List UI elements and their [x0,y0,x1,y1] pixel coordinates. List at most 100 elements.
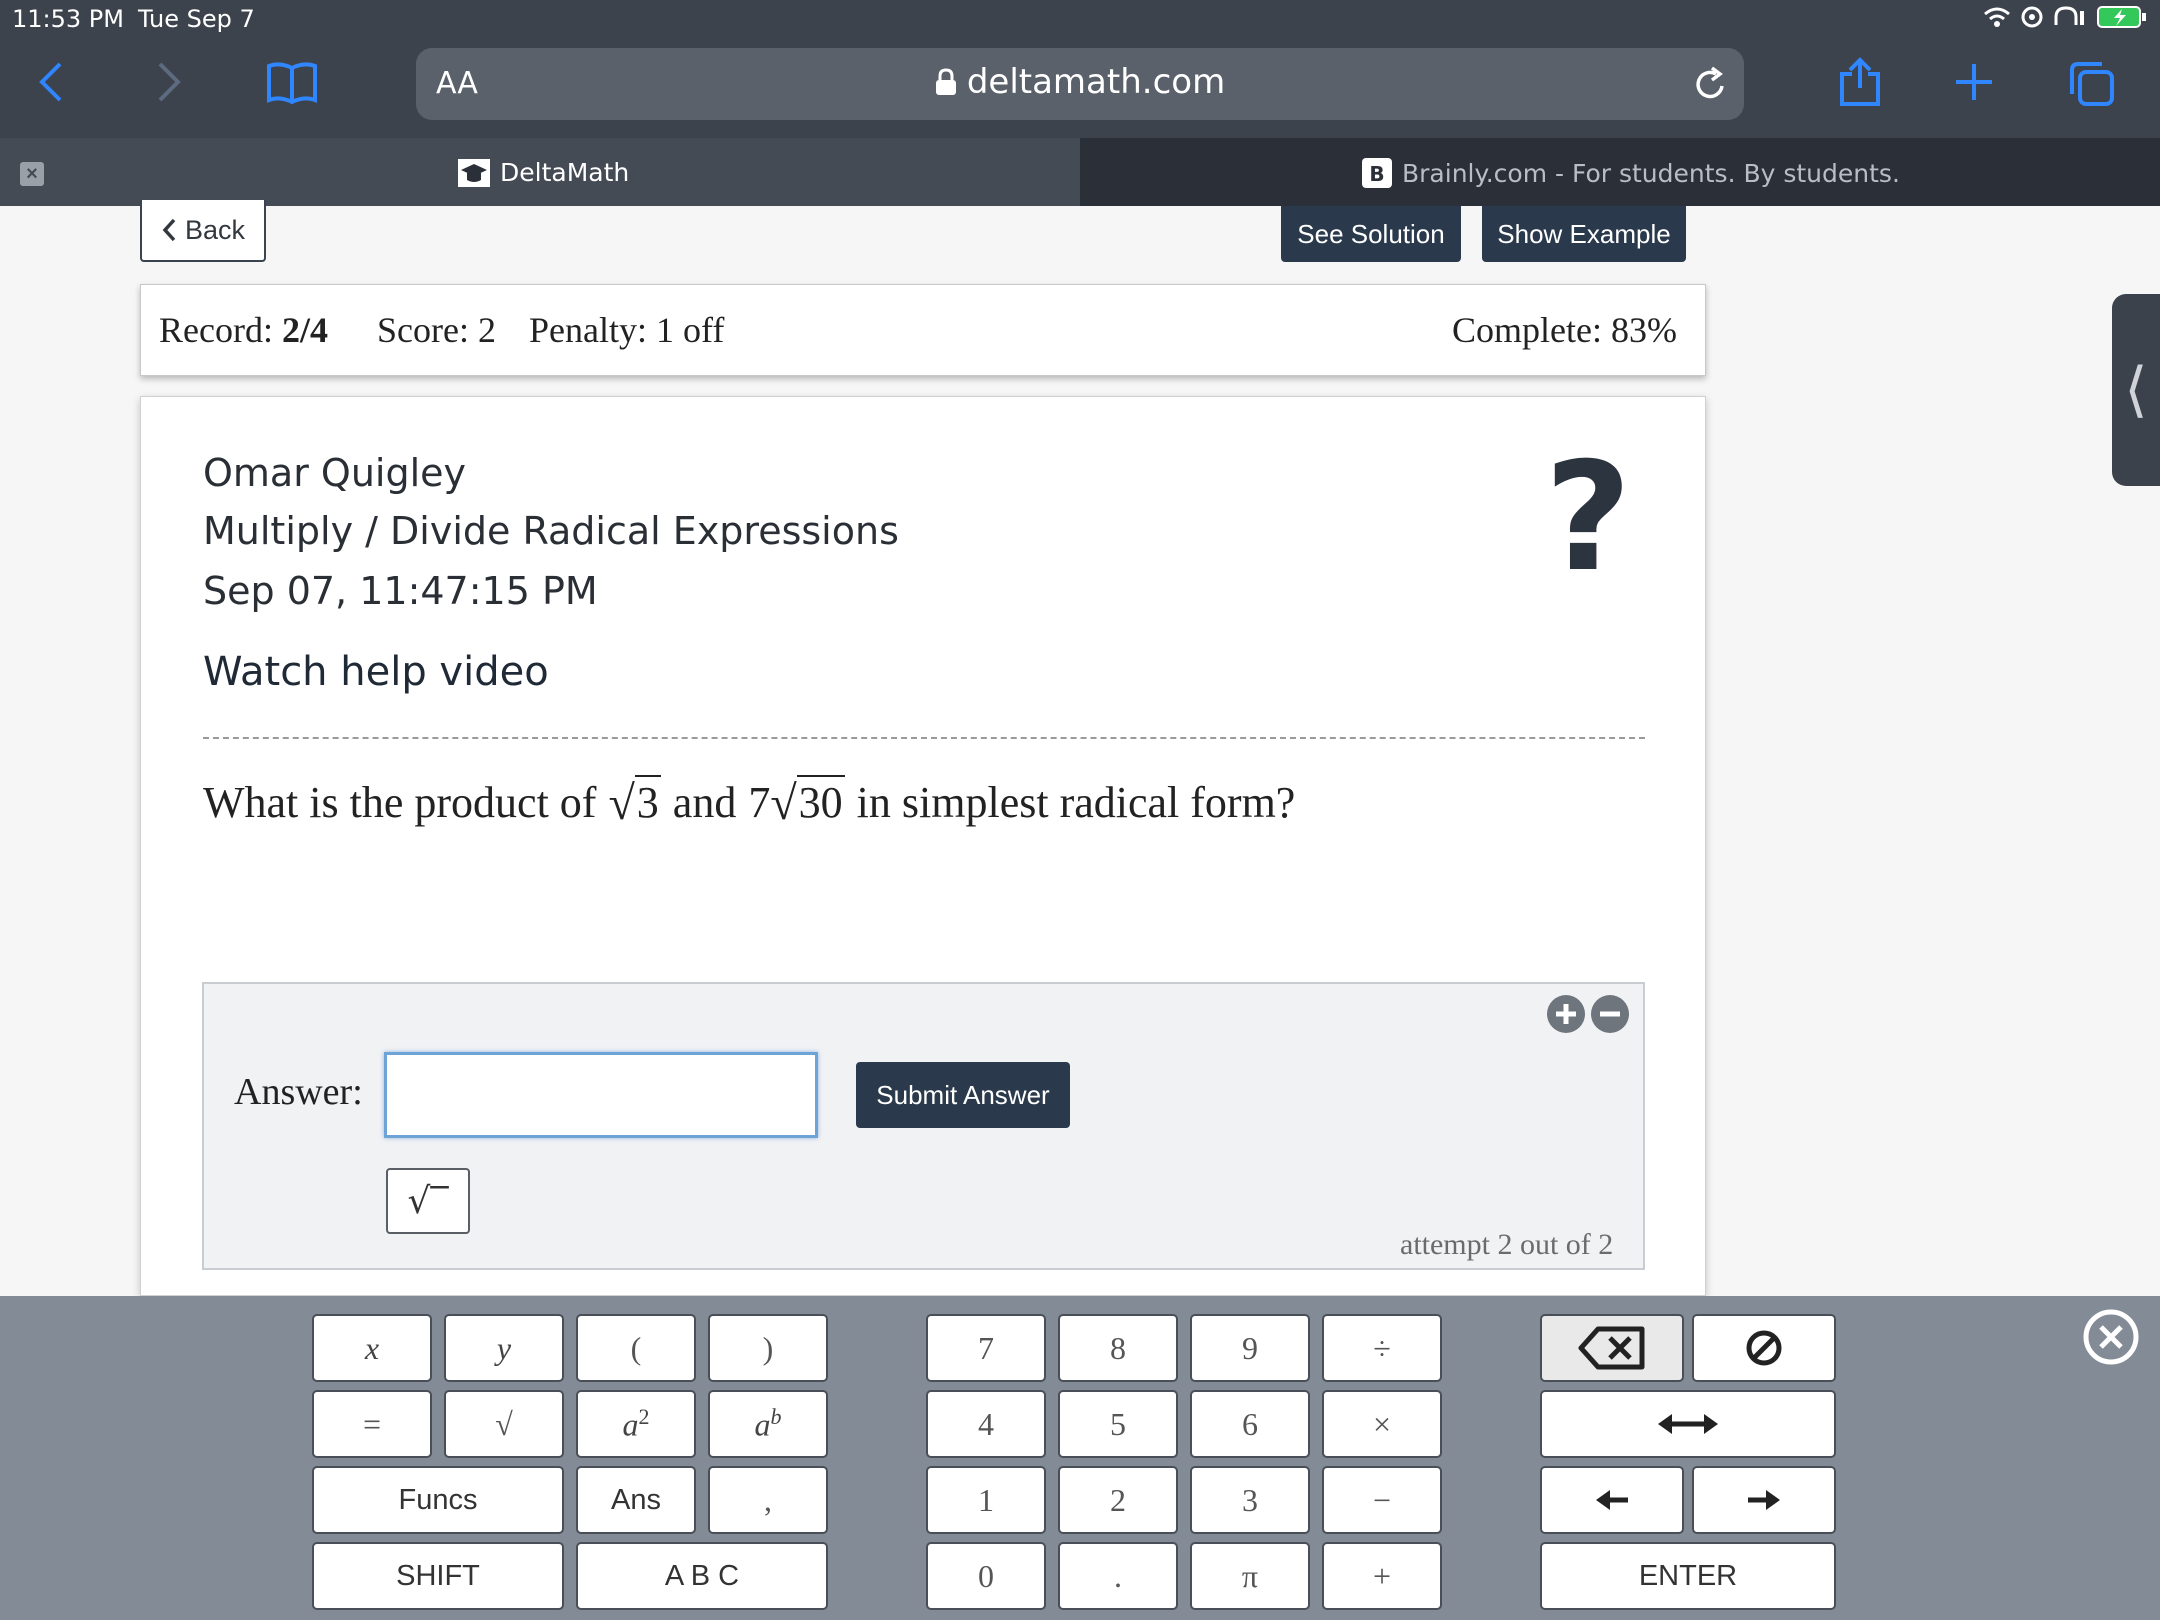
score-text: Score: 2 [377,310,496,350]
key-0[interactable]: 0 [926,1542,1046,1610]
nav-back-icon[interactable] [36,60,66,104]
radical-sign-icon: √ [770,777,797,830]
text-size-button[interactable]: AA [436,66,478,101]
arrow-left-icon [1596,1490,1628,1510]
key-clear[interactable] [1692,1314,1836,1382]
question-prefix: What is the product of [203,778,597,827]
tabs-overview-icon[interactable] [2068,60,2116,113]
new-tab-icon[interactable] [1954,62,1994,107]
key-4[interactable]: 4 [926,1390,1046,1458]
key-3[interactable]: 3 [1190,1466,1310,1534]
key-close-paren[interactable]: ) [708,1314,828,1382]
answer-input[interactable] [384,1052,818,1138]
key-divide[interactable]: ÷ [1322,1314,1442,1382]
radicand-1: 3 [634,775,661,828]
backspace-icon [1578,1326,1645,1370]
key-x[interactable]: x [312,1314,432,1382]
key-plus[interactable]: + [1322,1542,1442,1610]
svg-text:B: B [1369,162,1384,186]
brainly-favicon-icon: B [1362,158,1392,188]
chevron-left-icon: ⟨ [2124,356,2148,423]
tab-close-icon[interactable]: × [20,162,44,186]
zoom-controls [1546,994,1630,1034]
key-pi[interactable]: π [1190,1542,1310,1610]
key-shift[interactable]: SHIFT [312,1542,564,1610]
share-icon[interactable] [1838,56,1882,113]
answer-label: Answer: [234,1071,363,1113]
record-value: 2/4 [281,310,328,350]
key-equals[interactable]: = [312,1390,432,1458]
record-bar: Record: 2/4 Score: 2 Penalty: 1 off Comp… [140,284,1706,376]
battery-icon [2097,6,2146,28]
key-2[interactable]: 2 [1058,1466,1178,1534]
nav-forward-icon[interactable] [154,60,184,104]
key-funcs[interactable]: Funcs [312,1466,564,1534]
status-icons [1982,4,2148,30]
radical-sign-icon: √ [608,777,635,830]
key-5[interactable]: 5 [1058,1390,1178,1458]
key-open-paren[interactable]: ( [576,1314,696,1382]
arrow-right-icon [1748,1490,1780,1510]
horizontal-arrows-icon [1658,1414,1718,1434]
back-button[interactable]: Back [140,200,266,262]
keyboard-close-icon[interactable] [2082,1308,2140,1366]
reload-icon[interactable] [1692,64,1728,109]
key-minus[interactable]: − [1322,1466,1442,1534]
key-y[interactable]: y [444,1314,564,1382]
key-resize[interactable] [1540,1390,1836,1458]
bookmarks-icon[interactable] [266,60,318,104]
radical-7sqrt30: 7 √ 30 [748,775,845,830]
key-decimal[interactable]: . [1058,1542,1178,1610]
key-right-arrow[interactable] [1692,1466,1836,1534]
address-domain[interactable]: deltamath.com [935,62,1225,102]
key-power[interactable]: ab [708,1390,828,1458]
square-icon: a2 [622,1404,650,1443]
back-label: Back [184,214,246,245]
key-abc[interactable]: A B C [576,1542,828,1610]
side-panel-toggle[interactable]: ⟨ [2112,294,2160,486]
key-comma[interactable]: , [708,1466,828,1534]
power-icon: ab [754,1404,782,1443]
divider [203,737,1645,739]
key-backspace[interactable] [1540,1314,1684,1382]
key-enter[interactable]: ENTER [1540,1542,1836,1610]
sqrt-insert-button[interactable]: √‾ [386,1168,470,1234]
key-6[interactable]: 6 [1190,1390,1310,1458]
headphones-icon [2054,6,2084,25]
help-video-link[interactable]: Watch help video [203,649,549,695]
zoom-in-icon[interactable] [1546,994,1586,1034]
key-7[interactable]: 7 [926,1314,1046,1382]
key-square[interactable]: a2 [576,1390,696,1458]
question-conj: and [672,778,737,827]
see-solution-button[interactable]: See Solution [1281,206,1461,262]
tab-deltamath-label: DeltaMath [500,158,630,187]
penalty-text: Penalty: 1 off [529,310,725,350]
key-1[interactable]: 1 [926,1466,1046,1534]
radicand-2: 30 [796,775,845,828]
coefficient-2: 7 [748,778,771,827]
domain-text: deltamath.com [966,62,1226,102]
key-ans[interactable]: Ans [576,1466,696,1534]
help-question-icon[interactable]: ? [1533,443,1643,593]
key-9[interactable]: 9 [1190,1314,1310,1382]
topic-title: Multiply / Divide Radical Expressions [203,509,899,553]
tab-brainly-label: Brainly.com - For students. By students. [1402,158,1900,188]
deltamath-favicon-icon [458,158,490,187]
tab-deltamath-title: DeltaMath [458,158,629,187]
chevron-left-icon [162,218,176,242]
key-sqrt[interactable]: √ [444,1390,564,1458]
record-label: Record: [159,310,273,350]
key-8[interactable]: 8 [1058,1314,1178,1382]
lock-icon [935,68,956,95]
key-multiply[interactable]: × [1322,1390,1442,1458]
key-left-arrow[interactable] [1540,1466,1684,1534]
zoom-out-icon[interactable] [1590,994,1630,1034]
submit-answer-button[interactable]: Submit Answer [856,1062,1070,1128]
question-suffix: in simplest radical form? [856,778,1296,827]
problem-timestamp: Sep 07, 11:47:15 PM [203,569,598,613]
status-date: Tue Sep 7 [138,5,255,33]
record-text: Record: 2/4 [159,309,328,351]
status-time: 11:53 PM [12,5,124,33]
radical-sqrt3: √ 3 [608,775,661,830]
show-example-button[interactable]: Show Example [1482,206,1686,262]
